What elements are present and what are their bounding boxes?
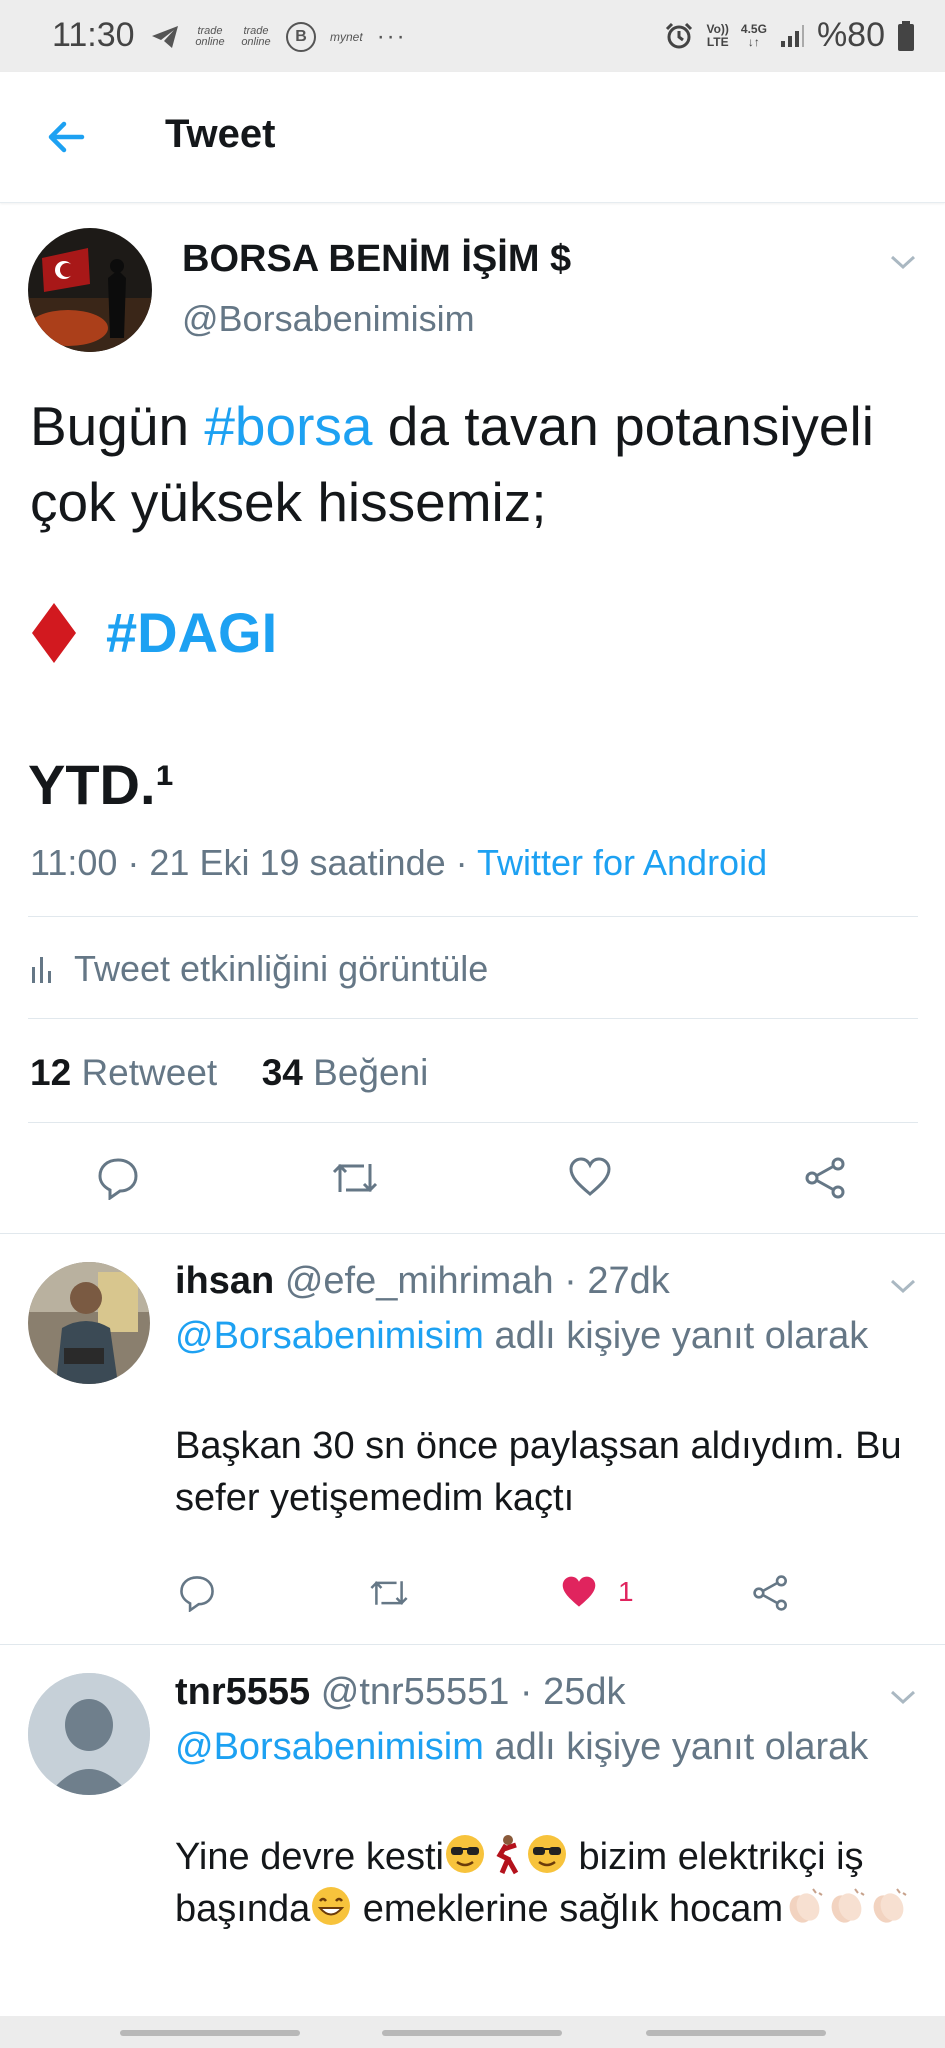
reply-author-handle[interactable]: @tnr55551 · 25dk [321,1671,626,1713]
tweet-text-part: Bugün [30,395,205,457]
retweet-count[interactable]: 12 [30,1052,71,1093]
signal-icon [780,24,804,47]
trade-online-icon: trade online [195,25,225,48]
chevron-down-icon[interactable] [888,1687,918,1707]
reply-tweet[interactable]: ihsan @efe_mihrimah · 27dk @Borsabenimis… [0,1234,945,1644]
clapping-emoji-icon [873,1888,907,1923]
reply-header: tnr5555 @tnr55551 · 25dk [175,1671,626,1714]
reply-mention[interactable]: @Borsabenimisim [175,1726,484,1768]
reply-context-text: adlı kişiye yanıt olarak [483,1726,869,1768]
page-title: Tweet [165,112,276,156]
default-avatar-icon[interactable] [28,1673,150,1795]
grinning-emoji-icon [312,1887,351,1925]
reply-context-text: adlı kişiye yanıt olarak [483,1315,869,1357]
avatar[interactable] [28,1262,150,1384]
divider [28,1122,918,1123]
share-icon[interactable] [752,1574,790,1612]
nav-recents-button[interactable] [120,2030,300,2036]
tweet-actions [0,1150,945,1210]
reply-context: @Borsabenimisim adlı kişiye yanıt olarak [175,1721,875,1774]
battery-percent: %80 [816,16,885,54]
battery-icon [898,20,914,51]
tweet-text: Bugün #borsa da tavan potansiyeli çok yü… [30,388,910,540]
share-icon[interactable] [804,1156,848,1200]
alarm-icon [666,22,693,48]
divider [28,1018,918,1019]
reply-icon[interactable] [178,1574,216,1612]
reply-text: Başkan 30 sn önce paylaşsan aldıydım. Bu… [175,1425,902,1519]
top-app-bar: Tweet [0,72,945,203]
reply-actions: 1 [0,1570,945,1620]
reply-author-name[interactable]: tnr5555 [175,1671,310,1713]
retweet-icon[interactable] [368,1576,410,1610]
reply-context: @Borsabenimisim adlı kişiye yanıt olarak [175,1310,875,1363]
tweet-stats: 12 Retweet 34 Beğeni [30,1052,428,1094]
b-icon: B [286,22,316,52]
hashtag-dagi[interactable]: #DAGI [106,600,277,665]
hashtag-borsa[interactable]: #borsa [204,395,372,457]
timestamp-text: 11:00 · 21 Eki 19 saatinde · [30,842,477,883]
chevron-down-icon[interactable] [888,1276,918,1296]
reply-mention[interactable]: @Borsabenimisim [175,1315,484,1357]
author-handle[interactable]: @Borsabenimisim [182,298,475,340]
retweet-icon[interactable] [330,1158,380,1198]
reply-author-handle[interactable]: @efe_mihrimah · 27dk [285,1260,670,1302]
arrow-left-icon[interactable] [42,112,92,162]
reply-header: ihsan @efe_mihrimah · 27dk [175,1260,670,1303]
avatar[interactable] [28,228,152,352]
system-nav-bar [0,2016,945,2048]
more-notifications-icon: ··· [376,23,407,50]
tweet-source-link[interactable]: Twitter for Android [477,842,767,883]
status-time: 11:30 [52,16,135,54]
clapping-emoji-icon [831,1888,865,1923]
data-icon: 4.5G ↓↑ [740,21,767,49]
heart-filled-icon[interactable] [560,1574,598,1610]
reply-icon[interactable] [96,1156,140,1200]
divider [28,916,918,917]
chevron-down-icon[interactable] [888,252,918,272]
clapping-emoji-icon [789,1888,823,1923]
reply-author-name[interactable]: ihsan [175,1260,274,1302]
tweet-timestamp: 11:00 · 21 Eki 19 saatinde · Twitter for… [30,842,767,884]
mynet-icon: mynet [330,29,363,44]
like-label[interactable]: Beğeni [313,1052,428,1093]
dancer-emoji-icon [496,1835,519,1875]
nav-home-button[interactable] [382,2030,562,2036]
reply-text-part: emeklerine sağlık hocam [352,1888,784,1930]
reply-text: Yine devre kesti bizim elektrikçi iş baş… [175,1831,920,1935]
analytics-icon [32,957,51,983]
heart-icon[interactable] [568,1156,612,1198]
reply-like-count[interactable]: 1 [618,1576,634,1608]
red-diamond-icon [32,602,76,663]
tweet-activity-button[interactable]: Tweet etkinliğini görüntüle [30,948,488,990]
status-bar: 11:30 trade online trade online B mynet ··… [0,0,945,72]
telegram-icon [152,26,178,48]
reply-tweet[interactable]: tnr5555 @tnr55551 · 25dk @Borsabenimisim… [0,1645,945,2015]
nav-back-button[interactable] [646,2030,826,2036]
volte-icon: Vo)) LTE [706,21,729,49]
sunglasses-emoji-icon [445,1835,484,1873]
author-name[interactable]: BORSA BENİM İŞİM $ [182,238,571,281]
tweet-activity-label: Tweet etkinliğini görüntüle [74,948,489,989]
sunglasses-emoji-icon [527,1835,566,1873]
like-count[interactable]: 34 [262,1052,303,1093]
reply-text-part: Yine devre kesti [175,1836,444,1878]
tweet-ytd: YTD.¹ [28,753,175,816]
hashtag-line: #DAGI [30,600,277,665]
trade-online-icon: trade online [241,25,271,48]
retweet-label[interactable]: Retweet [81,1052,217,1093]
